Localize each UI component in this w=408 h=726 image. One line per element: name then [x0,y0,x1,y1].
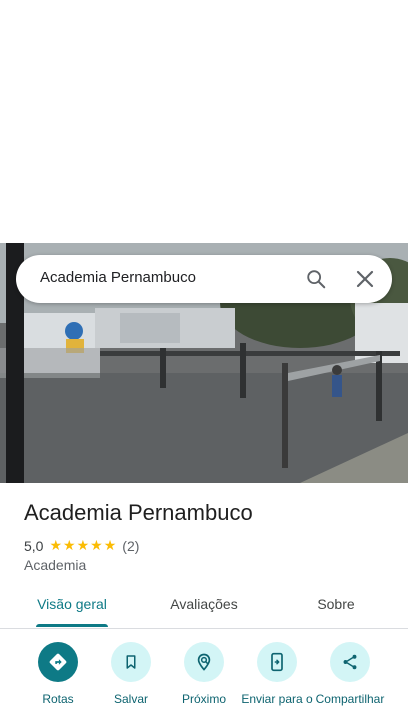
send-to-phone-button[interactable]: Enviar para o [239,642,315,706]
share-button[interactable]: Compartilhar [312,642,388,706]
star-rating: ★ ★ ★ ★ ★ [49,537,116,554]
save-button[interactable]: Salvar [93,642,169,706]
directions-button[interactable]: Rotas [20,642,96,706]
tab-about[interactable]: Sobre [310,596,362,612]
close-icon[interactable] [351,265,379,293]
nearby-label: Próximo [181,692,226,706]
share-label: Compartilhar [315,692,385,706]
share-icon [330,642,370,682]
star-icon: ★ [63,537,76,553]
directions-label: Rotas [42,692,74,706]
map-blank-area [0,0,408,243]
directions-icon [38,642,78,682]
nearby-icon [184,642,224,682]
star-icon: ★ [49,537,63,553]
star-icon: ★ [103,537,117,553]
star-icon: ★ [90,537,103,553]
rating-row[interactable]: 5,0 ★ ★ ★ ★ ★ (2) [24,537,139,554]
star-icon: ★ [76,537,90,553]
review-count[interactable]: (2) [122,538,139,554]
tab-bar: Visão geral Avaliações Sobre [0,584,408,629]
place-title: Academia Pernambuco [24,500,253,525]
action-bar: Rotas Salvar Próximo Enviar para o Compa… [0,640,408,726]
nearby-button[interactable]: Próximo [166,642,242,706]
rating-value: 5,0 [24,537,44,554]
active-tab-indicator [36,624,108,627]
place-category[interactable]: Academia [24,557,86,573]
search-bar[interactable]: Academia Pernambuco [16,255,392,303]
save-label: Salvar [113,692,148,706]
bookmark-icon [111,642,151,682]
send-to-phone-icon [257,642,297,682]
search-icon[interactable] [302,265,330,293]
tab-overview[interactable]: Visão geral [36,596,108,612]
tab-reviews[interactable]: Avaliações [166,596,242,612]
search-input[interactable]: Academia Pernambuco [40,269,196,286]
send-to-phone-label: Enviar para o [241,692,313,706]
